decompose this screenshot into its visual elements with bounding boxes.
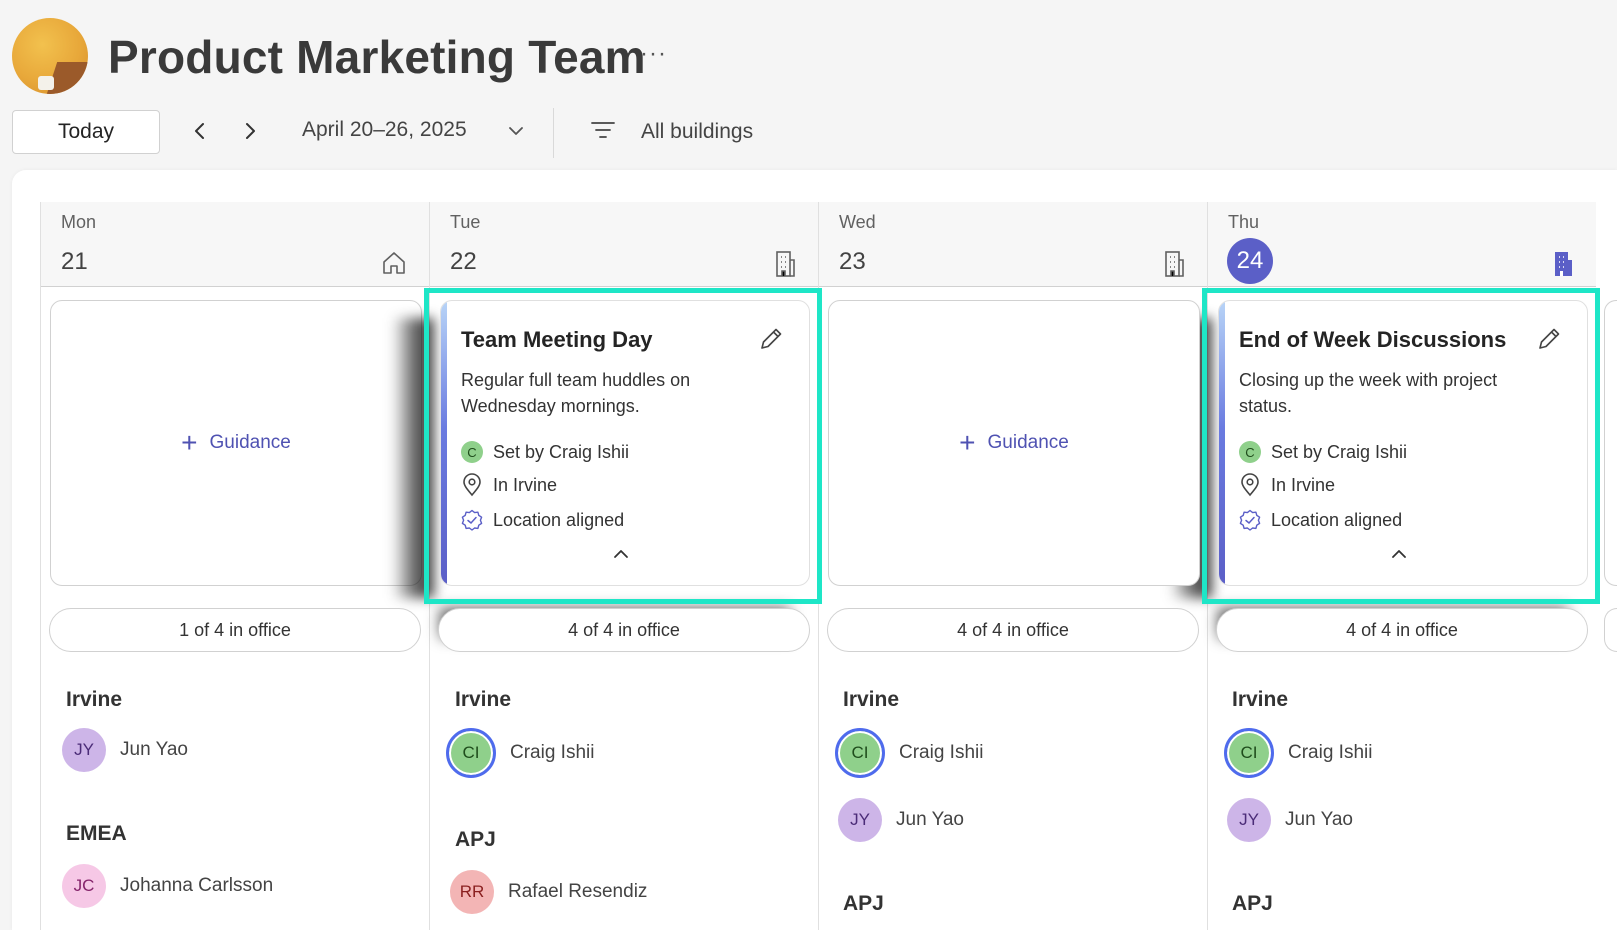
guidance-label: Guidance: [209, 432, 291, 453]
highlight-frame: [1202, 288, 1600, 604]
home-icon[interactable]: [381, 250, 407, 281]
day-header-thu: Thu 24: [1208, 202, 1596, 287]
chevron-down-icon[interactable]: [508, 124, 524, 142]
filter-icon[interactable]: [590, 120, 616, 145]
person-item[interactable]: CI Craig Ishii: [446, 728, 594, 778]
avatar: CI: [446, 728, 496, 778]
day-header-tue: Tue 22: [430, 202, 818, 287]
day-name: Tue: [450, 212, 481, 232]
person-item[interactable]: CI Craig Ishii: [835, 728, 983, 778]
person-name: Jun Yao: [120, 739, 188, 760]
person-item[interactable]: JC Johanna Carlsson: [62, 864, 273, 908]
building-filter[interactable]: All buildings: [641, 120, 753, 144]
today-button[interactable]: Today: [12, 110, 160, 154]
office-count-pill[interactable]: 4 of 4 in office: [1216, 608, 1588, 652]
person-item[interactable]: JY Jun Yao: [838, 798, 964, 842]
avatar: JY: [1227, 798, 1271, 842]
person-name: Rafael Resendiz: [508, 881, 648, 902]
location-group-label: Irvine: [455, 688, 512, 711]
day-name: Mon: [61, 212, 97, 232]
building-icon[interactable]: [1552, 250, 1574, 283]
plus-icon: +: [959, 427, 976, 458]
avatar: CI: [835, 728, 885, 778]
date-range-picker[interactable]: April 20–26, 2025: [302, 118, 467, 142]
avatar: RR: [450, 870, 494, 914]
person-name: Craig Ishii: [899, 742, 984, 763]
location-group-label: Irvine: [66, 688, 123, 711]
next-day-card: [1604, 300, 1617, 586]
highlight-frame: [424, 288, 822, 604]
day-header-mon: Mon 21: [41, 202, 429, 287]
more-options-button[interactable]: ···: [640, 40, 667, 68]
day-number: 23: [839, 248, 866, 275]
person-name: Jun Yao: [1285, 809, 1353, 830]
location-group-label: EMEA: [66, 822, 127, 845]
location-group-label: Irvine: [1232, 688, 1289, 711]
location-group-label: APJ: [843, 892, 884, 915]
office-count-pill[interactable]: 4 of 4 in office: [827, 608, 1199, 652]
day-name: Wed: [839, 212, 876, 232]
today-indicator: 24: [1227, 238, 1273, 284]
team-avatar: [12, 18, 88, 94]
avatar: JY: [838, 798, 882, 842]
day-number: 21: [61, 248, 88, 275]
add-guidance-button[interactable]: + Guidance: [181, 429, 291, 457]
chevron-left-icon: [195, 123, 204, 139]
avatar: CI: [1224, 728, 1274, 778]
office-count-pill[interactable]: 1 of 4 in office: [49, 608, 421, 652]
next-week-button[interactable]: [236, 116, 264, 146]
person-name: Craig Ishii: [510, 742, 595, 763]
toolbar-divider: [553, 108, 554, 158]
guidance-label: Guidance: [987, 432, 1069, 453]
next-day-office-count: [1604, 608, 1617, 652]
day-header-wed: Wed 23: [819, 202, 1207, 287]
location-group-label: APJ: [455, 828, 496, 851]
previous-week-button[interactable]: [186, 116, 214, 146]
location-group-label: Irvine: [843, 688, 900, 711]
guidance-card[interactable]: + Guidance: [50, 300, 422, 586]
person-item[interactable]: CI Craig Ishii: [1224, 728, 1372, 778]
building-icon[interactable]: [774, 250, 796, 283]
person-item[interactable]: JY Jun Yao: [1227, 798, 1353, 842]
person-item[interactable]: JY Jun Yao: [62, 728, 188, 772]
day-number: 22: [450, 248, 477, 275]
add-guidance-button[interactable]: + Guidance: [959, 429, 1069, 457]
plus-icon: +: [181, 427, 198, 458]
location-group-label: APJ: [1232, 892, 1273, 915]
building-icon[interactable]: [1163, 250, 1185, 283]
chevron-right-icon: [246, 123, 255, 139]
person-item[interactable]: RR Rafael Resendiz: [450, 870, 647, 914]
column-divider: [40, 202, 41, 930]
avatar: JC: [62, 864, 106, 908]
day-name: Thu: [1228, 212, 1260, 232]
person-name: Jun Yao: [896, 809, 964, 830]
person-name: Craig Ishii: [1288, 742, 1373, 763]
avatar: JY: [62, 728, 106, 772]
office-count-pill[interactable]: 4 of 4 in office: [438, 608, 810, 652]
person-name: Johanna Carlsson: [120, 875, 274, 896]
page-title: Product Marketing Team: [108, 31, 646, 83]
guidance-card[interactable]: + Guidance: [828, 300, 1200, 586]
